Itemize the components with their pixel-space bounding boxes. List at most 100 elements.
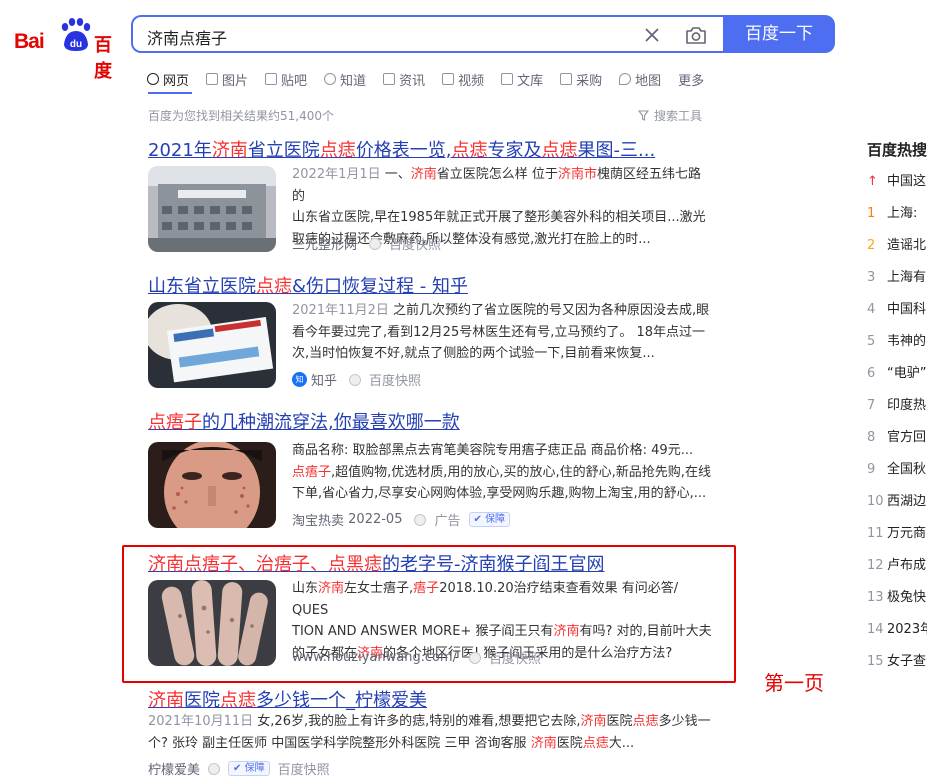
hot-title: 卢布成 bbox=[887, 558, 927, 573]
paw-du-text: du bbox=[70, 39, 82, 50]
tab-video[interactable]: 视频 bbox=[442, 68, 484, 90]
result-thumbnail[interactable] bbox=[148, 442, 276, 528]
result-source: 柠檬爱美 ✔ 保障 百度快照 bbox=[148, 759, 330, 778]
news-icon bbox=[383, 73, 396, 85]
result-title[interactable]: 2021年济南省立医院点痣价格表一览,点痣专家及点痣果图-三... bbox=[148, 136, 655, 162]
hot-title: 万元商 bbox=[887, 526, 927, 541]
result-title[interactable]: 点痦子的几种潮流穿法,你最喜欢哪一款 bbox=[148, 408, 460, 434]
hot-rank: ↑ bbox=[867, 174, 878, 189]
result-title[interactable]: 济南医院点痣多少钱一个_柠檬爱美 bbox=[148, 686, 427, 712]
paw-logo-icon: du bbox=[61, 18, 91, 51]
tab-web[interactable]: 网页 bbox=[147, 68, 189, 90]
snapshot-link[interactable]: 百度快照 bbox=[278, 759, 330, 778]
zhihu-icon: 知 bbox=[292, 372, 307, 387]
face-image bbox=[148, 442, 276, 528]
hot-search-item[interactable]: 2 造谣北 bbox=[867, 234, 926, 253]
hot-search-item[interactable]: 1 上海: bbox=[867, 202, 917, 221]
hot-rank: 2 bbox=[867, 238, 876, 253]
result-source: 淘宝热卖 2022-05 广告 ✔ 保障 bbox=[292, 510, 511, 529]
hot-rank: 9 bbox=[867, 462, 876, 477]
dot-icon bbox=[349, 373, 362, 386]
hot-search-item[interactable]: 9 全国秋 bbox=[867, 458, 926, 477]
hot-rank: 5 bbox=[867, 334, 876, 349]
hot-title: 中国科 bbox=[887, 302, 927, 317]
medicine-box-image bbox=[148, 302, 276, 388]
active-tab-underline bbox=[148, 92, 192, 94]
clear-icon[interactable] bbox=[641, 24, 663, 46]
hot-rank: 4 bbox=[867, 302, 876, 317]
hot-rank: 12 bbox=[867, 558, 884, 573]
hot-search-item[interactable]: 5 韦神的 bbox=[867, 330, 926, 349]
map-icon bbox=[619, 73, 632, 85]
tab-map[interactable]: 地图 bbox=[619, 68, 661, 90]
search-tools-button[interactable]: 搜索工具 bbox=[637, 107, 702, 124]
hot-search-title: 百度热搜 bbox=[867, 141, 927, 159]
page-annotation: 第一页 bbox=[764, 671, 824, 695]
search-input[interactable]: 济南点痦子 bbox=[147, 25, 227, 49]
filter-icon bbox=[637, 110, 650, 121]
hot-title: 造谣北 bbox=[887, 238, 927, 253]
hot-rank: 14 bbox=[867, 622, 884, 637]
hot-title: 上海有 bbox=[887, 270, 927, 285]
baidu-logo[interactable]: Bai du 百度 bbox=[14, 18, 118, 82]
hot-search-item[interactable]: 6 “电驴” bbox=[867, 362, 926, 381]
hot-search-item[interactable]: 14 2023年 bbox=[867, 618, 927, 637]
result-thumbnail[interactable] bbox=[148, 166, 276, 252]
result-title[interactable]: 山东省立医院点痣&伤口恢复过程 - 知乎 bbox=[148, 272, 468, 298]
result-description: 2021年11月2日 之前几次预约了省立医院的号又因为各种原因没去成,眼 看今年… bbox=[292, 303, 710, 361]
highlight-box bbox=[122, 545, 736, 683]
hot-title: 印度热 bbox=[887, 398, 927, 413]
hot-search-item[interactable]: 8 官方回 bbox=[867, 426, 926, 445]
hot-search-item[interactable]: 11 万元商 bbox=[867, 522, 926, 541]
result-description: 2021年10月11日 女,26岁,我的脸上有许多的痣,特别的难看,想要把它去除… bbox=[148, 714, 711, 751]
tab-tieba[interactable]: 贴吧 bbox=[265, 68, 307, 90]
hot-search-item[interactable]: 4 中国科 bbox=[867, 298, 926, 317]
tab-more[interactable]: 更多 bbox=[678, 68, 704, 90]
snapshot-link[interactable]: 百度快照 bbox=[389, 234, 441, 253]
dot-icon bbox=[414, 513, 427, 526]
hot-search-item[interactable]: 13 极兔快 bbox=[867, 586, 926, 605]
hot-title: 西湖边 bbox=[887, 494, 927, 509]
hot-search-item[interactable]: ↑ 中国这 bbox=[867, 170, 926, 189]
hot-search-item[interactable]: 3 上海有 bbox=[867, 266, 926, 285]
tab-purchase[interactable]: 采购 bbox=[560, 68, 602, 90]
snapshot-link[interactable]: 百度快照 bbox=[369, 370, 421, 389]
dot-icon bbox=[208, 762, 221, 775]
hospital-building-image bbox=[148, 166, 276, 252]
search-icon bbox=[147, 73, 159, 85]
hot-rank: 8 bbox=[867, 430, 876, 445]
hot-title: 2023年 bbox=[887, 622, 927, 637]
hot-title: 极兔快 bbox=[887, 590, 927, 605]
video-icon bbox=[442, 73, 455, 85]
hot-rank: 10 bbox=[867, 494, 884, 509]
hot-title: 女子查 bbox=[887, 654, 927, 669]
result-source: 知知乎 百度快照 bbox=[292, 370, 421, 389]
hot-rank: 1 bbox=[867, 206, 876, 221]
result-thumbnail[interactable] bbox=[148, 302, 276, 388]
search-tabs: 网页 图片 贴吧 知道 资讯 视频 文库 采购 地图 更多 bbox=[147, 68, 721, 90]
search-button[interactable]: 百度一下 bbox=[723, 15, 835, 53]
hot-rank: 6 bbox=[867, 366, 876, 381]
guarantee-badge: ✔ 保障 bbox=[468, 512, 511, 527]
question-icon bbox=[324, 73, 337, 85]
tab-wenku[interactable]: 文库 bbox=[501, 68, 543, 90]
hot-title: 官方回 bbox=[887, 430, 927, 445]
hot-title: 中国这 bbox=[887, 174, 927, 189]
image-icon bbox=[206, 73, 219, 85]
search-box[interactable]: 济南点痦子 bbox=[131, 15, 725, 53]
hot-search-item[interactable]: 15 女子查 bbox=[867, 650, 926, 669]
dot-icon bbox=[369, 237, 382, 250]
hot-search-item[interactable]: 10 西湖边 bbox=[867, 490, 926, 509]
hot-title: 上海: bbox=[887, 206, 918, 221]
hot-rank: 13 bbox=[867, 590, 884, 605]
tieba-icon bbox=[265, 73, 278, 85]
logo-du-text: 百度 bbox=[94, 35, 112, 82]
guarantee-badge: ✔ 保障 bbox=[228, 761, 270, 776]
result-source: 三元整形网 百度快照 bbox=[292, 234, 441, 253]
hot-search-item[interactable]: 12 卢布成 bbox=[867, 554, 926, 573]
tab-news[interactable]: 资讯 bbox=[383, 68, 425, 90]
tab-zhidao[interactable]: 知道 bbox=[324, 68, 366, 90]
tab-images[interactable]: 图片 bbox=[206, 68, 248, 90]
hot-search-item[interactable]: 7 印度热 bbox=[867, 394, 926, 413]
camera-icon[interactable] bbox=[685, 25, 707, 45]
